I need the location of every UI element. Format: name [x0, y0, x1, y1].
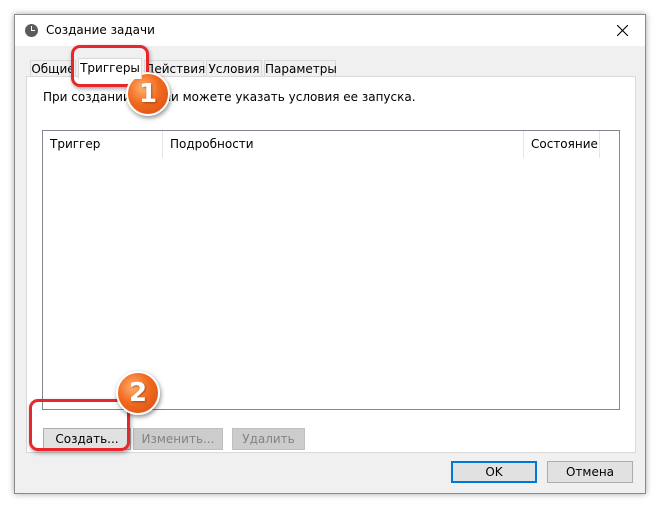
list-header: Триггер Подробности Состояние [43, 131, 619, 158]
ok-button[interactable]: OK [451, 461, 537, 483]
info-text: При создании задачи можете указать услов… [43, 90, 416, 104]
tab-triggers[interactable]: Триггеры [78, 58, 142, 79]
highlight-create-button [29, 399, 130, 451]
clock-icon [25, 24, 38, 37]
cancel-button[interactable]: Отмена [547, 461, 633, 483]
title-bar: Создание задачи [15, 15, 645, 46]
close-icon [616, 25, 628, 36]
column-divider[interactable] [599, 131, 600, 158]
column-header-details[interactable]: Подробности [163, 131, 523, 158]
column-header-trigger[interactable]: Триггер [43, 131, 162, 158]
step-2-badge: 2 [116, 371, 160, 415]
edit-trigger-button[interactable]: Изменить... [133, 428, 223, 450]
close-button[interactable] [599, 15, 645, 46]
window-title: Создание задачи [46, 23, 155, 37]
triggers-list[interactable]: Триггер Подробности Состояние [42, 130, 620, 410]
delete-trigger-button[interactable]: Удалить [232, 428, 305, 450]
column-header-status[interactable]: Состояние [524, 131, 599, 158]
